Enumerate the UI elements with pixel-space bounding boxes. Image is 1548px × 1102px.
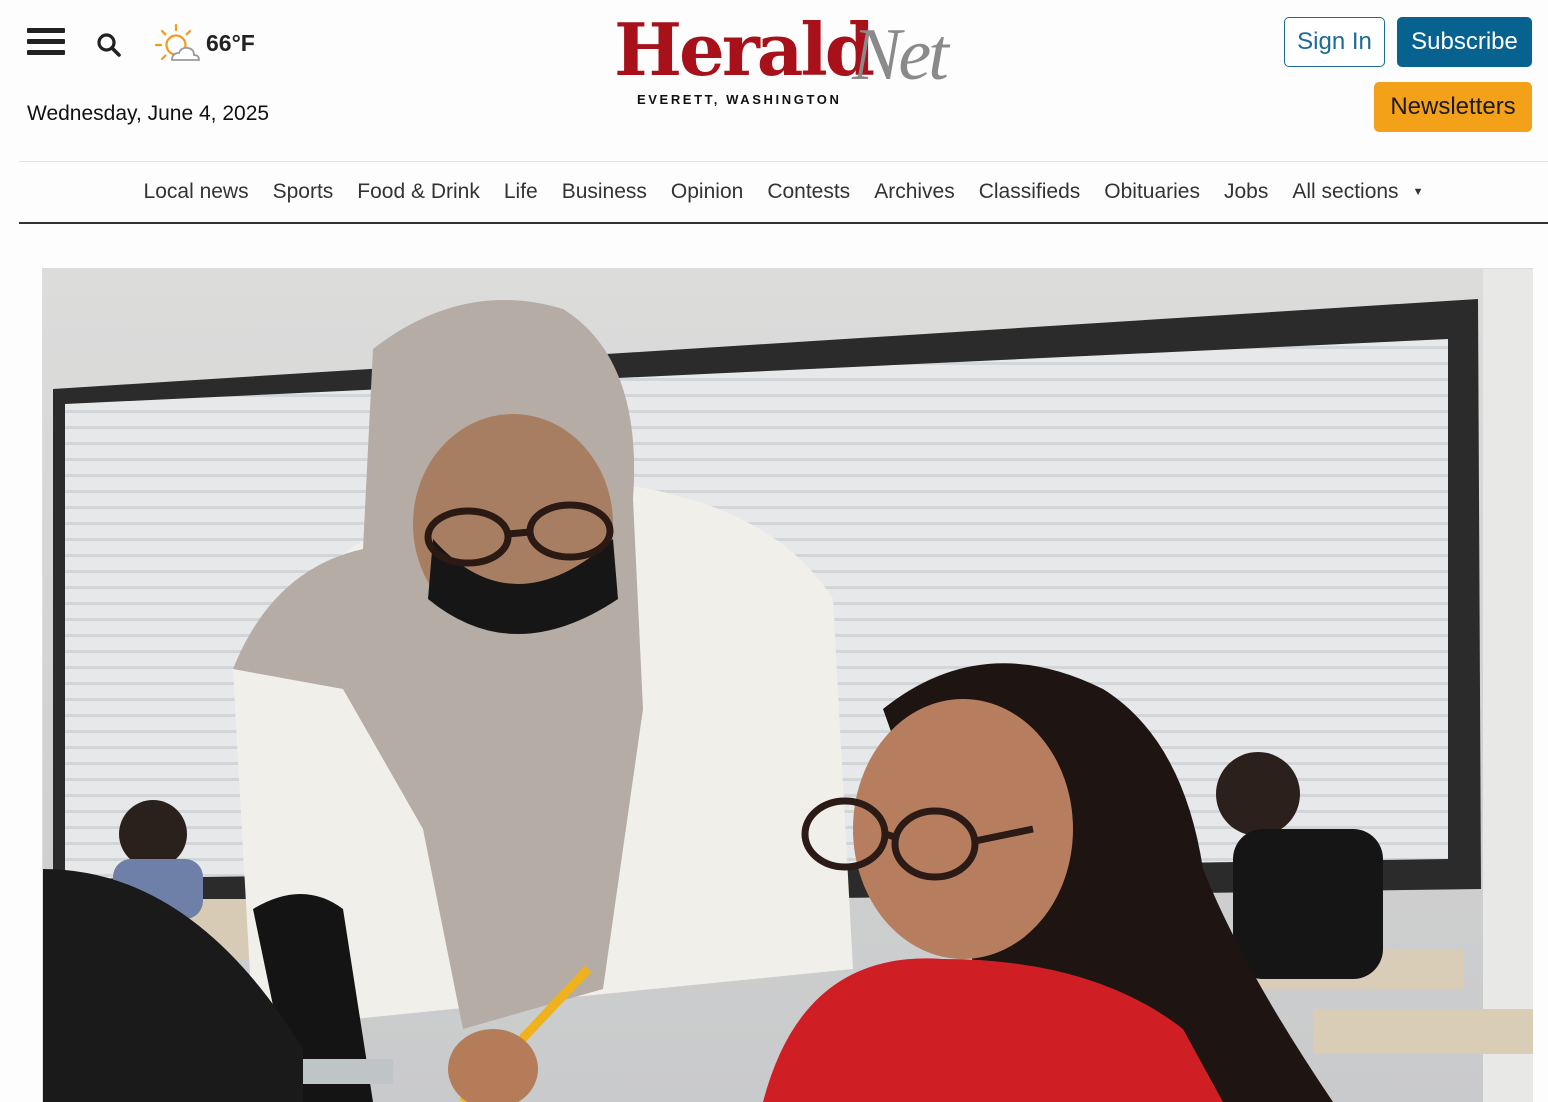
all-sections-label: All sections (1292, 180, 1399, 203)
nav-item-contests[interactable]: Contests (767, 180, 850, 204)
nav-item-local-news[interactable]: Local news (144, 180, 249, 204)
site-logo[interactable]: Herald Net EVERETT, WASHINGTON (612, 14, 962, 114)
nav-item-jobs[interactable]: Jobs (1224, 180, 1268, 204)
sign-in-button[interactable]: Sign In (1284, 17, 1385, 67)
nav-item-life[interactable]: Life (504, 180, 538, 204)
nav-item-food-drink[interactable]: Food & Drink (357, 180, 480, 204)
hamburger-menu-icon[interactable] (27, 28, 65, 58)
caret-down-icon: ▼ (1412, 186, 1424, 199)
nav-item-all-sections[interactable]: All sections ▼ (1292, 180, 1423, 204)
nav-item-business[interactable]: Business (562, 180, 647, 204)
logo-net-text: Net (852, 14, 949, 96)
search-icon[interactable] (96, 32, 122, 58)
partly-sunny-icon (154, 23, 200, 61)
nav-item-obituaries[interactable]: Obituaries (1104, 180, 1200, 204)
hero-photo[interactable] (42, 268, 1533, 1102)
main-navigation: Local news Sports Food & Drink Life Busi… (19, 161, 1548, 224)
current-date: Wednesday, June 4, 2025 (27, 102, 270, 125)
logo-tagline: EVERETT, WASHINGTON (637, 92, 842, 107)
newsletters-button[interactable]: Newsletters (1374, 82, 1532, 132)
nav-item-sports[interactable]: Sports (273, 180, 334, 204)
subscribe-button[interactable]: Subscribe (1397, 17, 1532, 67)
logo-herald-text: Herald (614, 7, 875, 92)
temperature: 66°F (206, 30, 255, 56)
nav-item-archives[interactable]: Archives (874, 180, 955, 204)
nav-item-classifieds[interactable]: Classifieds (979, 180, 1081, 204)
hero-photo-illustration (43, 269, 1533, 1102)
nav-item-opinion[interactable]: Opinion (671, 180, 743, 204)
site-header: 66°F Wednesday, June 4, 2025 Herald Net … (0, 0, 1548, 160)
